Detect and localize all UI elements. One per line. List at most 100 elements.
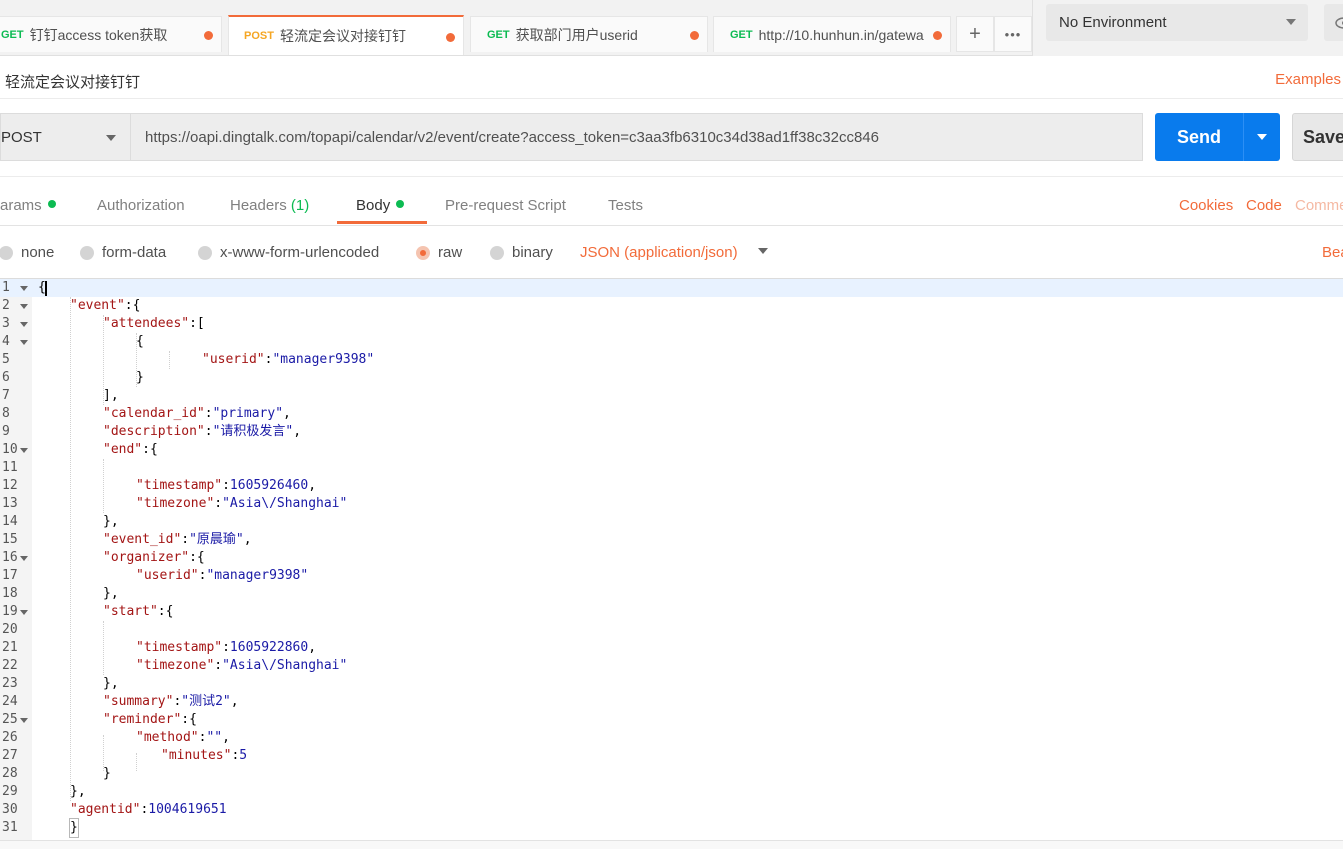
- chevron-down-icon[interactable]: [758, 248, 768, 254]
- code-line: "event":{: [70, 298, 141, 313]
- radio-none-label: none: [21, 244, 55, 261]
- tab-method-badge: GET: [730, 28, 753, 41]
- code-line: "summary":"测试2",: [103, 694, 239, 709]
- beautify-link[interactable]: Bea: [1322, 244, 1343, 261]
- radio-raw[interactable]: raw: [416, 244, 462, 261]
- more-tabs-button[interactable]: •••: [994, 16, 1032, 52]
- line-number: 30: [2, 802, 18, 817]
- tab-params[interactable]: arams: [0, 197, 56, 214]
- line-number: 6: [2, 370, 10, 385]
- fold-toggle-icon[interactable]: [20, 322, 28, 327]
- tab-body[interactable]: Body: [356, 197, 405, 214]
- cookies-link[interactable]: Cookies: [1179, 197, 1233, 214]
- tab-body-label: Body: [356, 197, 391, 214]
- code-line: "userid":"manager9398": [202, 352, 375, 367]
- body-type-selector: none form-data x-www-form-urlencoded raw…: [0, 227, 1343, 277]
- fold-toggle-icon[interactable]: [20, 718, 28, 723]
- request-tab[interactable]: GET http://10.hunhun.in/gatewa: [713, 16, 951, 52]
- code-line: "description":"请积极发言",: [103, 424, 302, 439]
- radio-circle-icon: [198, 245, 212, 260]
- request-tab[interactable]: GET 钉钉access token获取: [0, 16, 222, 52]
- more-icon: •••: [1004, 26, 1022, 42]
- headers-count-badge: (1): [290, 197, 310, 214]
- request-tab-active[interactable]: POST 轻流定会议对接钉钉: [228, 15, 464, 55]
- line-number: 8: [2, 406, 10, 421]
- chevron-down-icon: [106, 135, 116, 141]
- code-line: "method":"",: [136, 730, 230, 745]
- indent-guide: [70, 297, 71, 801]
- code-line: },: [103, 514, 119, 529]
- code-line: }: [69, 818, 79, 838]
- radio-circle-icon: [0, 245, 13, 260]
- unsaved-dot-icon: [933, 31, 942, 40]
- tab-headers[interactable]: Headers (1): [230, 197, 309, 214]
- save-button[interactable]: Save: [1292, 113, 1343, 161]
- tab-authorization[interactable]: Authorization: [97, 197, 185, 214]
- line-number: 5: [2, 352, 10, 367]
- request-tab[interactable]: GET 获取部门用户userid: [470, 16, 708, 52]
- line-number: 15: [2, 532, 18, 547]
- tab-headers-label: Headers: [230, 197, 287, 214]
- environment-value: No Environment: [1059, 14, 1167, 31]
- code-editor[interactable]: 1 2 3 4 5 6 7 8 9 10 11 12 13 14 15 16 17 18 19 20 21 22 23 24 2…: [0, 278, 1343, 840]
- tab-method-badge: GET: [487, 28, 510, 41]
- tab-method-badge: GET: [1, 28, 24, 41]
- tab-method-badge: POST: [244, 30, 274, 42]
- plus-icon: +: [969, 22, 981, 45]
- radio-urlencoded-label: x-www-form-urlencoded: [220, 244, 380, 261]
- url-input[interactable]: https://oapi.dingtalk.com/topapi/calenda…: [130, 113, 1143, 161]
- tab-title: 获取部门用户userid: [515, 26, 638, 43]
- radio-selected-icon: [416, 245, 430, 260]
- tab-title: 轻流定会议对接钉钉: [279, 28, 406, 44]
- code-line: "start":{: [103, 604, 174, 619]
- indent-guide: [103, 621, 104, 675]
- tab-tests[interactable]: Tests: [608, 197, 643, 214]
- editor-footer: [0, 840, 1343, 849]
- request-config-tabs: arams Authorization Headers (1) Body Pre…: [0, 176, 1343, 226]
- code-line: },: [103, 676, 119, 691]
- text-cursor: [45, 281, 47, 296]
- environment-quick-look-button[interactable]: [1324, 4, 1343, 41]
- line-number: 31: [2, 820, 18, 835]
- status-dot-icon: [396, 200, 405, 208]
- content-type-select[interactable]: JSON (application/json): [580, 244, 738, 261]
- radio-circle-icon: [80, 245, 94, 260]
- active-line-highlight: [0, 279, 1343, 297]
- code-line: },: [70, 784, 86, 799]
- new-tab-button[interactable]: +: [956, 16, 994, 52]
- code-line: "timezone":"Asia\/Shanghai": [136, 658, 348, 673]
- line-number: 28: [2, 766, 18, 781]
- code-link[interactable]: Code: [1246, 197, 1282, 214]
- request-name-row: 轻流定会议对接钉钉 Examples: [0, 57, 1343, 99]
- fold-toggle-icon[interactable]: [20, 340, 28, 345]
- send-options-button[interactable]: [1243, 113, 1280, 161]
- code-line: "userid":"manager9398": [136, 568, 309, 583]
- radio-binary[interactable]: binary: [490, 244, 553, 261]
- http-method-select[interactable]: POST: [0, 113, 130, 161]
- line-number: 11: [2, 460, 18, 475]
- request-name[interactable]: 轻流定会议对接钉钉: [5, 71, 140, 92]
- fold-toggle-icon[interactable]: [20, 304, 28, 309]
- indent-guide: [169, 351, 170, 369]
- radio-raw-label: raw: [438, 244, 463, 261]
- examples-link[interactable]: Examples: [1275, 71, 1341, 88]
- radio-form-data[interactable]: form-data: [80, 244, 166, 261]
- tab-pre-request-script[interactable]: Pre-request Script: [445, 197, 566, 214]
- unsaved-dot-icon: [446, 33, 455, 42]
- radio-binary-label: binary: [512, 244, 553, 261]
- fold-toggle-icon[interactable]: [20, 286, 28, 291]
- code-line: "timestamp":1605926460,: [136, 478, 317, 493]
- environment-select[interactable]: No Environment: [1046, 4, 1308, 41]
- comments-link[interactable]: Comme: [1295, 197, 1343, 214]
- status-dot-icon: [47, 200, 56, 208]
- radio-none[interactable]: none: [0, 244, 54, 261]
- indent-guide: [103, 459, 104, 513]
- code-line: "timezone":"Asia\/Shanghai": [136, 496, 348, 511]
- fold-toggle-icon[interactable]: [20, 448, 28, 453]
- environment-area: No Environment: [1032, 0, 1343, 56]
- radio-urlencoded[interactable]: x-www-form-urlencoded: [198, 244, 379, 261]
- fold-toggle-icon[interactable]: [20, 610, 28, 615]
- fold-toggle-icon[interactable]: [20, 556, 28, 561]
- code-line: "end":{: [103, 442, 158, 457]
- send-button[interactable]: Send: [1155, 113, 1243, 161]
